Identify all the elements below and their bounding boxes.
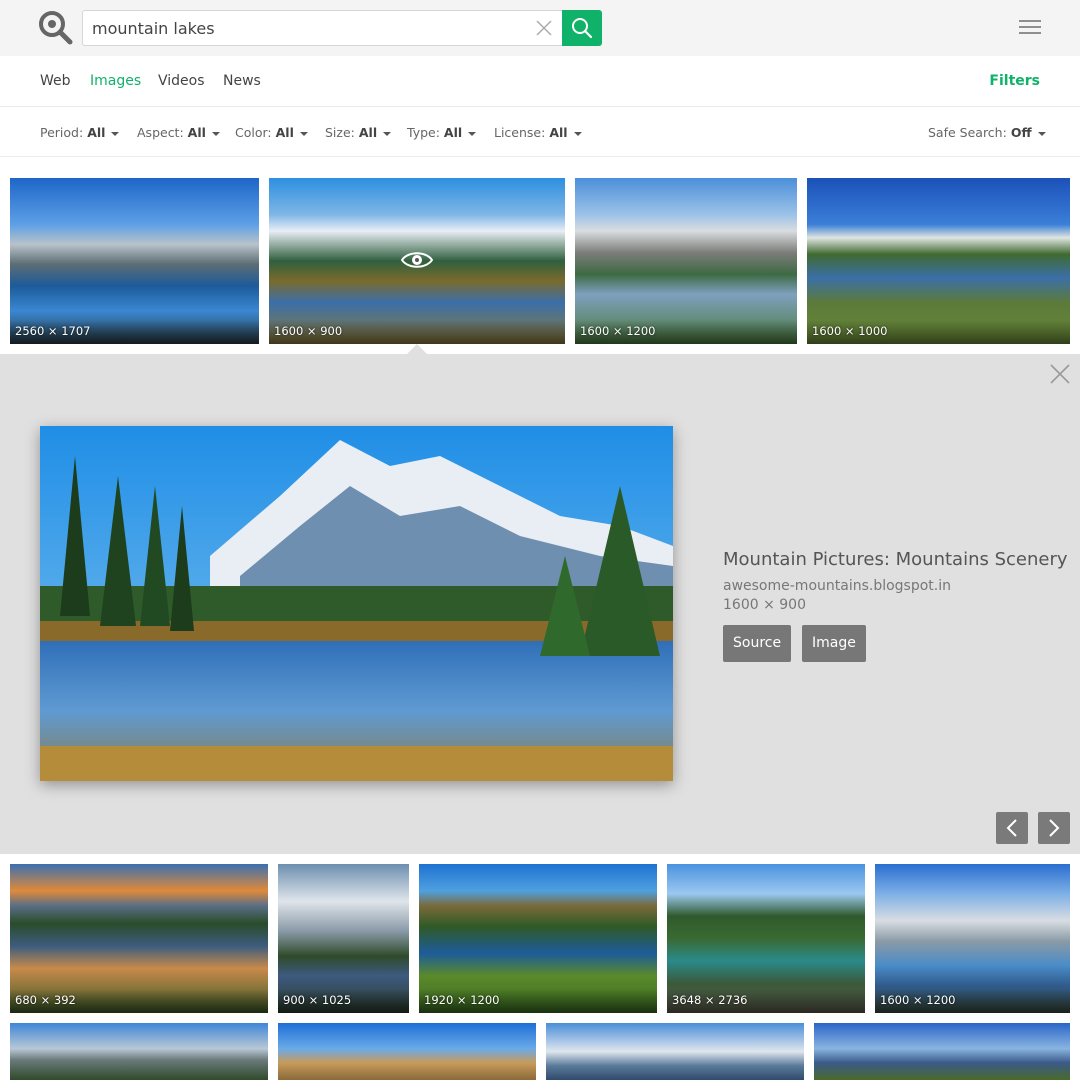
image-thumbnail[interactable]: 680 × 392 bbox=[10, 864, 268, 1013]
search-button[interactable] bbox=[562, 10, 602, 46]
image-thumbnail[interactable] bbox=[10, 1023, 268, 1080]
chevron-left-icon bbox=[1006, 819, 1017, 837]
preview-domain: awesome-mountains.blogspot.in bbox=[723, 578, 952, 594]
filters-link[interactable]: Filters bbox=[989, 73, 1040, 89]
image-dimensions: 1600 × 1200 bbox=[580, 324, 656, 338]
filter-license[interactable]: License: All bbox=[494, 125, 582, 140]
chevron-right-icon bbox=[1049, 819, 1060, 837]
caret-down-icon bbox=[211, 131, 220, 136]
image-thumbnail[interactable] bbox=[814, 1023, 1070, 1080]
image-dimensions: 1920 × 1200 bbox=[424, 993, 500, 1007]
tab-news[interactable]: News bbox=[223, 73, 261, 89]
caret-down-icon bbox=[111, 131, 120, 136]
filter-name: License: bbox=[494, 125, 546, 140]
filter-bar: Period: All Aspect: All Color: All Size:… bbox=[0, 107, 1080, 157]
filter-value: Off bbox=[1010, 125, 1032, 140]
filter-name: Type: bbox=[407, 125, 440, 140]
image-preview-panel: Mountain Pictures: Mountains Scenery awe… bbox=[0, 354, 1080, 854]
search-input[interactable] bbox=[92, 11, 522, 45]
caret-down-icon bbox=[573, 131, 582, 136]
image-dimensions: 2560 × 1707 bbox=[15, 324, 91, 338]
filter-value: All bbox=[443, 125, 463, 140]
image-thumbnail[interactable]: 1920 × 1200 bbox=[419, 864, 657, 1013]
filter-value: All bbox=[187, 125, 206, 140]
image-thumbnail[interactable]: 2560 × 1707 bbox=[10, 178, 259, 344]
image-dimensions: 3648 × 2736 bbox=[672, 993, 748, 1007]
previous-button[interactable] bbox=[996, 812, 1028, 844]
image-dimensions: 1600 × 1200 bbox=[880, 993, 956, 1007]
caret-down-icon bbox=[468, 131, 477, 136]
filter-value: All bbox=[549, 125, 568, 140]
preview-title[interactable]: Mountain Pictures: Mountains Scenery bbox=[723, 549, 1068, 570]
next-button[interactable] bbox=[1038, 812, 1070, 844]
nav-tabs: Web Images Videos News Filters bbox=[0, 56, 1080, 107]
filter-value: All bbox=[275, 125, 294, 140]
filter-name: Size: bbox=[325, 125, 355, 140]
image-thumbnail[interactable]: 1600 × 1200 bbox=[875, 864, 1070, 1013]
image-thumbnail[interactable]: 3648 × 2736 bbox=[667, 864, 865, 1013]
search-box bbox=[82, 10, 562, 46]
image-dimensions: 1600 × 900 bbox=[274, 324, 343, 338]
caret-down-icon bbox=[299, 131, 308, 136]
tab-videos[interactable]: Videos bbox=[158, 73, 205, 89]
filter-name: Aspect: bbox=[137, 125, 184, 140]
image-thumbnail[interactable]: 900 × 1025 bbox=[278, 864, 409, 1013]
filter-size[interactable]: Size: All bbox=[325, 125, 392, 140]
menu-icon[interactable] bbox=[1019, 20, 1041, 36]
search-logo-icon[interactable] bbox=[38, 10, 74, 46]
image-thumbnail[interactable]: 1600 × 900 bbox=[269, 178, 565, 344]
filter-aspect[interactable]: Aspect: All bbox=[137, 125, 220, 140]
filter-value: All bbox=[358, 125, 378, 140]
search-icon bbox=[572, 18, 593, 39]
filter-type[interactable]: Type: All bbox=[407, 125, 477, 140]
close-icon[interactable] bbox=[1049, 363, 1071, 385]
preview-pointer bbox=[407, 344, 427, 354]
filter-value: All bbox=[87, 125, 106, 140]
filter-color[interactable]: Color: All bbox=[235, 125, 308, 140]
image-dimensions: 680 × 392 bbox=[15, 993, 76, 1007]
filter-name: Color: bbox=[235, 125, 272, 140]
eye-icon bbox=[401, 252, 433, 268]
tab-web[interactable]: Web bbox=[40, 73, 71, 89]
filter-name: Period: bbox=[40, 125, 84, 140]
clear-icon[interactable] bbox=[536, 20, 552, 36]
image-thumbnail[interactable]: 1600 × 1000 bbox=[807, 178, 1070, 344]
filter-period[interactable]: Period: All bbox=[40, 125, 120, 140]
source-button[interactable]: Source bbox=[723, 625, 792, 662]
image-thumbnail[interactable]: 1600 × 1200 bbox=[575, 178, 797, 344]
tab-images[interactable]: Images bbox=[90, 73, 141, 89]
filter-name: Safe Search: bbox=[928, 125, 1007, 140]
preview-image[interactable] bbox=[40, 426, 673, 781]
image-thumbnail[interactable] bbox=[546, 1023, 804, 1080]
caret-down-icon bbox=[383, 131, 392, 136]
preview-size: 1600 × 900 bbox=[723, 597, 806, 613]
top-bar bbox=[0, 0, 1080, 56]
caret-down-icon bbox=[1037, 131, 1046, 136]
image-dimensions: 1600 × 1000 bbox=[812, 324, 888, 338]
filter-safe-search[interactable]: Safe Search: Off bbox=[928, 125, 1046, 140]
image-button[interactable]: Image bbox=[802, 625, 866, 662]
image-dimensions: 900 × 1025 bbox=[283, 993, 352, 1007]
image-thumbnail[interactable] bbox=[278, 1023, 536, 1080]
